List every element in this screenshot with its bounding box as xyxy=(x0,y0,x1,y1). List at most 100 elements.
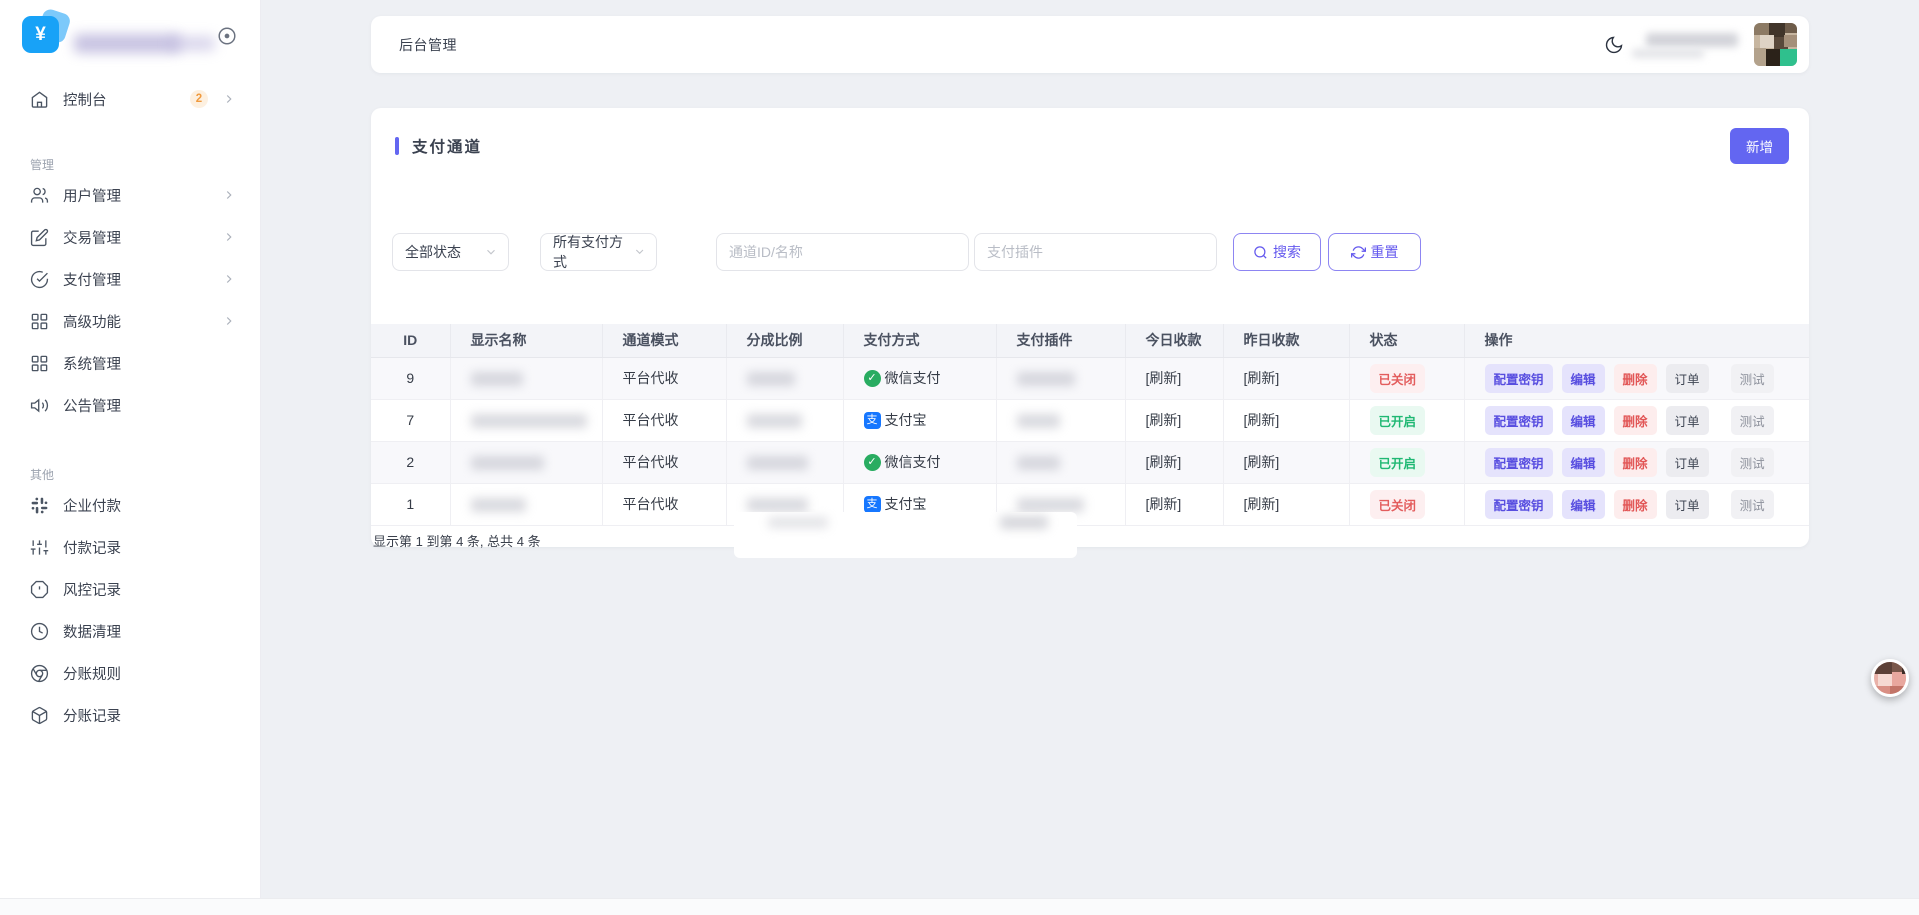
chevron-right-icon xyxy=(222,92,236,106)
orders-button[interactable]: 订单 xyxy=(1666,364,1709,393)
pagination-summary: 显示第 1 到第 4 条, 总共 4 条 xyxy=(373,531,541,550)
orders-button[interactable]: 订单 xyxy=(1666,406,1709,435)
table-row: 1 平台代收 支付宝 [刷新] [刷新] 已关闭 配置密钥 编辑 xyxy=(371,483,1809,525)
test-button[interactable]: 测试 xyxy=(1731,364,1774,393)
cell-ratio-redacted xyxy=(726,357,843,399)
col-header-status: 状态 xyxy=(1349,324,1464,357)
test-button[interactable]: 测试 xyxy=(1731,406,1774,435)
status-badge: 已开启 xyxy=(1370,448,1426,477)
reset-button[interactable]: 重置 xyxy=(1328,233,1421,271)
sidebar-item-announcements[interactable]: 公告管理 xyxy=(0,384,260,426)
sidebar-section-label: 其他 xyxy=(0,466,260,484)
status-badge: 已关闭 xyxy=(1370,364,1426,393)
cell-name-redacted xyxy=(450,441,602,483)
cell-name-redacted xyxy=(450,483,602,525)
sidebar-collapse-icon[interactable] xyxy=(216,25,238,47)
sidebar-item-label: 公告管理 xyxy=(63,395,121,416)
refresh-yesterday-link[interactable]: [刷新] xyxy=(1223,399,1349,441)
cell-ratio-redacted xyxy=(726,399,843,441)
sidebar-item-label: 付款记录 xyxy=(63,537,121,558)
delete-button[interactable]: 删除 xyxy=(1614,490,1657,519)
table-row: 9 平台代收 微信支付 [刷新] [刷新] 已关闭 配置密钥 编辑 xyxy=(371,357,1809,399)
edit-button[interactable]: 编辑 xyxy=(1562,448,1605,477)
sliders-icon xyxy=(30,538,49,557)
col-header-ratio: 分成比例 xyxy=(726,324,843,357)
configure-key-button[interactable]: 配置密钥 xyxy=(1485,406,1553,435)
sidebar-item-console[interactable]: 控制台 2 xyxy=(0,78,260,120)
test-button[interactable]: 测试 xyxy=(1731,448,1774,477)
sidebar-item-enterprise-pay[interactable]: 企业付款 xyxy=(0,484,260,526)
test-button[interactable]: 测试 xyxy=(1731,490,1774,519)
cell-plugin-redacted xyxy=(996,399,1125,441)
cell-method: 微信支付 xyxy=(843,441,996,483)
alipay-icon xyxy=(864,412,881,429)
cell-method: 微信支付 xyxy=(843,357,996,399)
wechat-pay-icon xyxy=(864,454,881,471)
channel-id-input[interactable] xyxy=(716,233,969,271)
refresh-yesterday-link[interactable]: [刷新] xyxy=(1223,357,1349,399)
sidebar-item-label: 支付管理 xyxy=(63,269,121,290)
horizontal-scrollbar-track[interactable] xyxy=(0,898,1919,915)
check-circle-icon xyxy=(30,270,49,289)
cell-actions: 配置密钥 编辑 删除 订单 测试 xyxy=(1464,357,1809,399)
cell-ratio-redacted xyxy=(726,441,843,483)
configure-key-button[interactable]: 配置密钥 xyxy=(1485,490,1553,519)
cell-plugin-redacted xyxy=(996,357,1125,399)
sidebar-item-risk-records[interactable]: 风控记录 xyxy=(0,568,260,610)
orders-button[interactable]: 订单 xyxy=(1666,448,1709,477)
sidebar-item-label: 高级功能 xyxy=(63,311,121,332)
sidebar-item-users[interactable]: 用户管理 xyxy=(0,174,260,216)
refresh-today-link[interactable]: [刷新] xyxy=(1125,483,1223,525)
avatar[interactable] xyxy=(1754,23,1797,66)
sidebar-item-payments[interactable]: 支付管理 xyxy=(0,258,260,300)
table-row: 2 平台代收 微信支付 [刷新] [刷新] 已开启 配置密钥 编辑 xyxy=(371,441,1809,483)
plugin-input[interactable] xyxy=(974,233,1217,271)
edit-button[interactable]: 编辑 xyxy=(1562,364,1605,393)
edit-button[interactable]: 编辑 xyxy=(1562,490,1605,519)
sidebar-section-label: 管理 xyxy=(0,156,260,174)
console-count-badge: 2 xyxy=(190,90,208,108)
sidebar-item-system[interactable]: 系统管理 xyxy=(0,342,260,384)
sidebar-item-payment-records[interactable]: 付款记录 xyxy=(0,526,260,568)
sidebar-item-transactions[interactable]: 交易管理 xyxy=(0,216,260,258)
search-button[interactable]: 搜索 xyxy=(1233,233,1321,271)
orders-button[interactable]: 订单 xyxy=(1666,490,1709,519)
chevron-right-icon xyxy=(222,272,236,286)
refresh-today-link[interactable]: [刷新] xyxy=(1125,357,1223,399)
floating-avatar[interactable] xyxy=(1871,659,1909,697)
payment-channels-panel: 支付通道 新增 全部状态 所有支付方式 搜索 xyxy=(371,108,1809,547)
sidebar-item-label: 系统管理 xyxy=(63,353,121,374)
brand-area: ¥ xyxy=(0,0,260,70)
home-icon xyxy=(30,90,49,109)
speaker-icon xyxy=(30,396,49,415)
sidebar: ¥ 控制台 2 管理 用户管理 交易管理 支付管理 xyxy=(0,0,261,915)
refresh-yesterday-link[interactable]: [刷新] xyxy=(1223,483,1349,525)
sidebar-item-split-records[interactable]: 分账记录 xyxy=(0,694,260,736)
edit-button[interactable]: 编辑 xyxy=(1562,406,1605,435)
cell-actions: 配置密钥 编辑 删除 订单 测试 xyxy=(1464,399,1809,441)
brand-name-redacted xyxy=(170,36,215,51)
cell-plugin-redacted xyxy=(996,441,1125,483)
delete-button[interactable]: 删除 xyxy=(1614,406,1657,435)
sidebar-item-data-cleanup[interactable]: 数据清理 xyxy=(0,610,260,652)
sidebar-item-advanced[interactable]: 高级功能 xyxy=(0,300,260,342)
configure-key-button[interactable]: 配置密钥 xyxy=(1485,364,1553,393)
configure-key-button[interactable]: 配置密钥 xyxy=(1485,448,1553,477)
refresh-yesterday-link[interactable]: [刷新] xyxy=(1223,441,1349,483)
status-select[interactable]: 全部状态 xyxy=(392,233,509,271)
refresh-icon xyxy=(1351,245,1366,260)
refresh-today-link[interactable]: [刷新] xyxy=(1125,399,1223,441)
page-title: 后台管理 xyxy=(399,35,457,55)
delete-button[interactable]: 删除 xyxy=(1614,364,1657,393)
sidebar-item-split-rules[interactable]: 分账规则 xyxy=(0,652,260,694)
pay-method-select[interactable]: 所有支付方式 xyxy=(540,233,657,271)
status-badge: 已开启 xyxy=(1370,406,1426,435)
filter-bar: 全部状态 所有支付方式 搜索 重置 xyxy=(392,233,1421,271)
dark-mode-toggle-icon[interactable] xyxy=(1604,35,1624,55)
col-header-actions: 操作 xyxy=(1464,324,1809,357)
refresh-today-link[interactable]: [刷新] xyxy=(1125,441,1223,483)
delete-button[interactable]: 删除 xyxy=(1614,448,1657,477)
add-button[interactable]: 新增 xyxy=(1730,128,1789,164)
col-header-name: 显示名称 xyxy=(450,324,602,357)
cell-status: 已开启 xyxy=(1349,441,1464,483)
